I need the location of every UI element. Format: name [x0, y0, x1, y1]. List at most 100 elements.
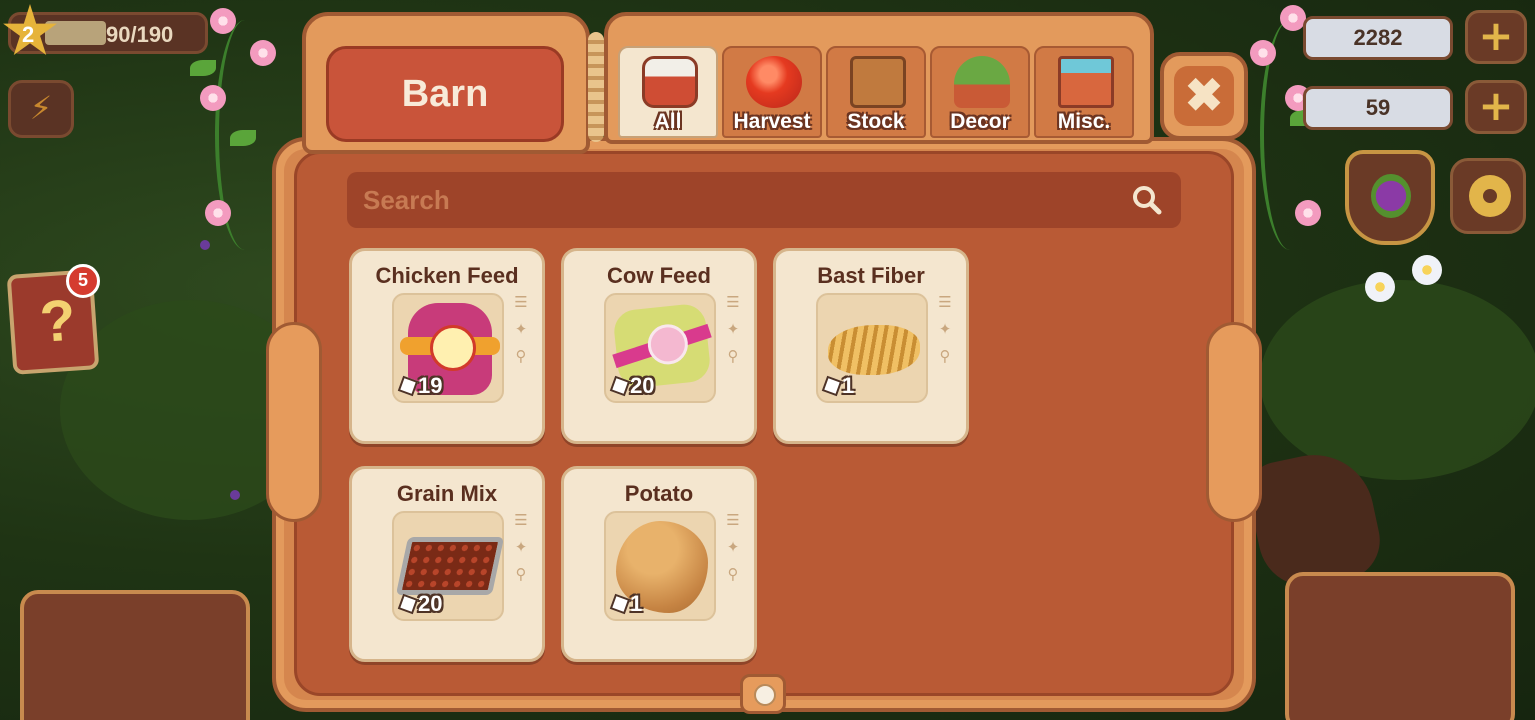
- grapes-icon: [1371, 174, 1411, 218]
- list-icon[interactable]: ☰: [512, 511, 530, 529]
- item-qty-value: 19: [418, 373, 443, 398]
- magnifier-icon[interactable]: ⚲: [512, 347, 530, 365]
- item-card-bast-fiber[interactable]: Bast Fiber 1 ☰ ✦ ⚲: [773, 248, 969, 444]
- gift-icon[interactable]: ✦: [936, 320, 954, 338]
- flower-decoration: [200, 85, 226, 111]
- flower-decoration: [200, 240, 210, 250]
- item-slot: 1: [816, 293, 928, 403]
- close-button[interactable]: ✖: [1160, 52, 1248, 140]
- question-mark-icon: ?: [37, 287, 78, 355]
- crystal-crate-icon: [1058, 56, 1114, 108]
- magnifier-icon[interactable]: ⚲: [724, 347, 742, 365]
- bast-fiber-icon: [828, 325, 920, 375]
- bottom-right-panel[interactable]: [1285, 572, 1515, 720]
- dialog-frame: Chicken Feed 19 ☰ ✦ ⚲ Cow Feed: [272, 137, 1256, 712]
- item-qty-value: 20: [630, 373, 655, 398]
- magnifier-icon[interactable]: ⚲: [724, 565, 742, 583]
- gift-icon[interactable]: ✦: [512, 538, 530, 556]
- add-coins-button[interactable]: +: [1465, 10, 1527, 64]
- tab-label: Harvest: [733, 110, 811, 133]
- bottom-left-panel[interactable]: [20, 590, 250, 720]
- flower-decoration: [1295, 200, 1321, 226]
- settings-button[interactable]: [1450, 158, 1526, 234]
- item-quantity: 1: [821, 373, 855, 399]
- plus-icon: +: [1478, 11, 1514, 60]
- cube-icon: [397, 375, 419, 397]
- tab-all[interactable]: All: [618, 46, 718, 138]
- tomato-icon: [746, 56, 802, 108]
- flower-decoration: [230, 490, 240, 500]
- item-card-cow-feed[interactable]: Cow Feed 20 ☰ ✦ ⚲: [561, 248, 757, 444]
- plus-icon: +: [1478, 81, 1514, 130]
- gift-icon[interactable]: ✦: [724, 320, 742, 338]
- right-handle: [1206, 322, 1262, 522]
- magnifier-icon[interactable]: ⚲: [512, 565, 530, 583]
- gear-icon: [1469, 175, 1511, 217]
- grain-mix-tray-icon: [395, 537, 505, 595]
- item-card-potato[interactable]: Potato 1 ☰ ✦ ⚲: [561, 466, 757, 662]
- list-icon[interactable]: ☰: [724, 511, 742, 529]
- item-card-chicken-feed[interactable]: Chicken Feed 19 ☰ ✦ ⚲: [349, 248, 545, 444]
- gem-counter: 59: [1303, 86, 1453, 130]
- item-actions: ☰ ✦ ⚲: [724, 293, 746, 374]
- magnifier-icon[interactable]: ⚲: [936, 347, 954, 365]
- cube-icon: [397, 593, 419, 615]
- item-actions: ☰ ✦ ⚲: [936, 293, 958, 374]
- item-quantity: 20: [609, 373, 655, 399]
- cactus-pot-icon: [954, 56, 1010, 108]
- grape-crest-button[interactable]: [1345, 150, 1435, 245]
- item-qty-value: 20: [418, 591, 443, 616]
- item-slot: 19: [392, 293, 504, 403]
- tab-label: All: [654, 110, 682, 133]
- barn-crate-icon: [642, 56, 698, 108]
- item-name: Grain Mix: [396, 481, 498, 506]
- title-plate: Barn: [302, 12, 590, 154]
- item-name: Potato: [624, 481, 694, 506]
- dialog-title: Barn: [326, 46, 564, 142]
- item-qty-value: 1: [842, 373, 855, 398]
- quest-count-badge: 5: [66, 264, 100, 298]
- page-indicator: [740, 674, 786, 714]
- level-number: 2: [22, 22, 35, 47]
- leaf-decoration: [230, 130, 256, 146]
- dialog-inner-panel: Chicken Feed 19 ☰ ✦ ⚲ Cow Feed: [294, 151, 1234, 696]
- tab-label: Misc.: [1057, 110, 1111, 133]
- tab-harvest[interactable]: Harvest: [722, 46, 822, 138]
- item-card-grain-mix[interactable]: Grain Mix 20 ☰ ✦ ⚲: [349, 466, 545, 662]
- tab-label: Decor: [950, 110, 1010, 133]
- item-quantity: 20: [397, 591, 443, 617]
- tab-label: Stock: [847, 110, 905, 133]
- tab-stock[interactable]: Stock: [826, 46, 926, 138]
- rope-decoration: [588, 32, 604, 142]
- grass-patch: [1260, 280, 1535, 480]
- tab-decor[interactable]: Decor: [930, 46, 1030, 138]
- gift-icon[interactable]: ✦: [512, 320, 530, 338]
- lightning-icon: ⚡: [29, 89, 53, 127]
- cube-icon: [821, 375, 843, 397]
- list-icon[interactable]: ☰: [936, 293, 954, 311]
- search-bar: [347, 172, 1181, 228]
- item-slot: 1: [604, 511, 716, 621]
- search-icon[interactable]: [1131, 184, 1163, 216]
- list-icon[interactable]: ☰: [724, 293, 742, 311]
- close-icon: ✖: [1174, 66, 1234, 126]
- toolbox-icon: [850, 56, 906, 108]
- flower-decoration: [1412, 255, 1442, 285]
- left-handle: [266, 322, 322, 522]
- list-icon[interactable]: ☰: [512, 293, 530, 311]
- search-input[interactable]: [363, 180, 1123, 220]
- item-slot: 20: [604, 293, 716, 403]
- flower-decoration: [1365, 272, 1395, 302]
- item-qty-value: 1: [630, 591, 643, 616]
- item-quantity: 1: [609, 591, 643, 617]
- cube-icon: [609, 375, 631, 397]
- energy-button[interactable]: ⚡: [8, 80, 74, 138]
- xp-text: 90/190: [106, 22, 174, 47]
- item-actions: ☰ ✦ ⚲: [512, 293, 534, 374]
- leaf-decoration: [190, 60, 216, 76]
- category-tabs: All Harvest Stock Decor Misc.: [604, 12, 1154, 144]
- gift-icon[interactable]: ✦: [724, 538, 742, 556]
- flower-decoration: [210, 8, 236, 34]
- tab-misc[interactable]: Misc.: [1034, 46, 1134, 138]
- add-gems-button[interactable]: +: [1465, 80, 1527, 134]
